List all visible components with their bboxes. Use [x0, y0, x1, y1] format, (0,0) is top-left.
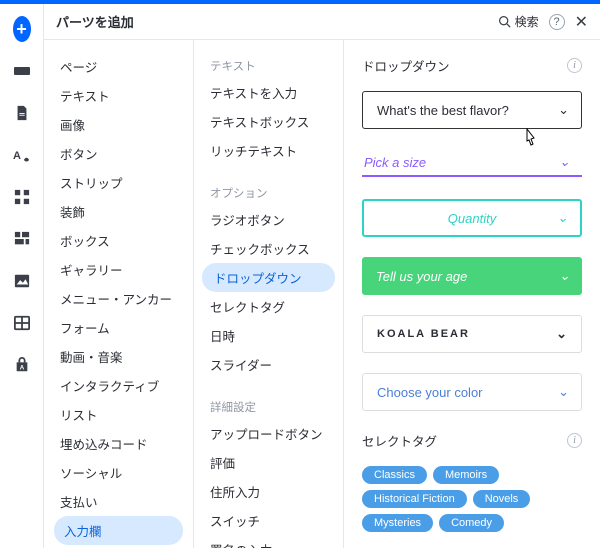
- subcategory-item[interactable]: スライダー: [194, 350, 343, 379]
- tag-chip[interactable]: Mysteries: [362, 514, 433, 532]
- add-button[interactable]: +: [13, 20, 31, 38]
- dropdown-label: Choose your color: [377, 385, 483, 400]
- tag-chip[interactable]: Historical Fiction: [362, 490, 467, 508]
- subcategory-item[interactable]: リッチテキスト: [194, 136, 343, 165]
- dropdown-example-age[interactable]: Tell us your age ⌄: [362, 257, 582, 295]
- category-list: ページテキスト画像ボタンストリップ装飾ボックスギャラリーメニュー・アンカーフォー…: [44, 40, 194, 548]
- subcategory-list: テキストテキストを入力テキストボックスリッチテキストオプションラジオボタンチェッ…: [194, 40, 344, 548]
- category-item[interactable]: 埋め込みコード: [44, 429, 193, 458]
- tool-rail: + A A: [0, 4, 44, 548]
- search-label: 検索: [515, 13, 539, 30]
- tag-chip[interactable]: Classics: [362, 466, 427, 484]
- section-title-dropdown: ドロップダウン: [362, 56, 450, 75]
- category-item[interactable]: 入力欄: [54, 516, 183, 545]
- chevron-down-icon: ⌄: [559, 268, 570, 284]
- chevron-down-icon: ⌄: [558, 384, 569, 400]
- search-icon: [498, 15, 511, 28]
- subcategory-item[interactable]: スイッチ: [194, 506, 343, 535]
- tag-chip[interactable]: Comedy: [439, 514, 504, 532]
- chevron-down-icon: ⌄: [557, 210, 568, 226]
- info-icon[interactable]: i: [567, 58, 582, 73]
- subcategory-item[interactable]: 日時: [194, 321, 343, 350]
- add-panel: パーツを追加 検索 ? ✕ ページテキスト画像ボタンストリップ装飾ボックスギャラ…: [44, 4, 600, 548]
- tag-group: Classics Memoirs Historical Fiction Novels M…: [362, 466, 582, 532]
- category-item[interactable]: ページ: [44, 52, 193, 81]
- cursor-pointer-icon: [521, 128, 539, 150]
- tag-chip[interactable]: Memoirs: [433, 466, 499, 484]
- page-icon[interactable]: [13, 104, 31, 122]
- dropdown-example-size[interactable]: Pick a size ⌄: [362, 149, 582, 177]
- dropdown-example-koala[interactable]: KOALA BEAR ⌄: [362, 315, 582, 353]
- dropdown-label: What's the best flavor?: [377, 103, 509, 118]
- category-item[interactable]: ソーシャル: [44, 458, 193, 487]
- dropdown-label: KOALA BEAR: [377, 328, 470, 340]
- category-item[interactable]: ギャラリー: [44, 255, 193, 284]
- chevron-down-icon: ⌄: [559, 154, 570, 170]
- subcategory-item[interactable]: テキストを入力: [194, 78, 343, 107]
- chevron-down-icon: ⌄: [556, 326, 569, 342]
- layout-icon[interactable]: [13, 230, 31, 248]
- section-icon[interactable]: [13, 62, 31, 80]
- store-icon[interactable]: A: [13, 356, 31, 374]
- category-item[interactable]: 動画・音楽: [44, 342, 193, 371]
- dropdown-label: Pick a size: [364, 155, 426, 170]
- category-item[interactable]: ストリップ: [44, 168, 193, 197]
- chevron-down-icon: ⌄: [558, 102, 569, 118]
- svg-text:A: A: [13, 150, 21, 162]
- top-accent-bar: [0, 0, 600, 4]
- category-item[interactable]: 画像: [44, 110, 193, 139]
- dropdown-example-quantity[interactable]: Quantity ⌄: [362, 199, 582, 237]
- text-style-icon[interactable]: A: [13, 146, 31, 164]
- group-title: 詳細設定: [194, 393, 343, 419]
- subcategory-item[interactable]: ドロップダウン: [202, 263, 335, 292]
- category-item[interactable]: ボタン: [44, 139, 193, 168]
- category-item[interactable]: 装飾: [44, 197, 193, 226]
- dropdown-example-flavor[interactable]: What's the best flavor? ⌄: [362, 91, 582, 129]
- category-item[interactable]: 支払い: [44, 487, 193, 516]
- subcategory-item[interactable]: ラジオボタン: [194, 205, 343, 234]
- subcategory-item[interactable]: 署名の入力: [194, 535, 343, 548]
- category-item[interactable]: メニュー・アンカー: [44, 284, 193, 313]
- panel-title: パーツを追加: [56, 12, 134, 31]
- group-title: テキスト: [194, 52, 343, 78]
- plus-icon: +: [13, 16, 31, 42]
- image-icon[interactable]: [13, 272, 31, 290]
- dropdown-label: Tell us your age: [376, 269, 467, 284]
- section-title-selecttag: セレクトタグ: [362, 431, 437, 450]
- category-item[interactable]: リスト: [44, 400, 193, 429]
- subcategory-item[interactable]: 住所入力: [194, 477, 343, 506]
- subcategory-item[interactable]: チェックボックス: [194, 234, 343, 263]
- category-item[interactable]: ボックス: [44, 226, 193, 255]
- subcategory-item[interactable]: 評価: [194, 448, 343, 477]
- close-icon[interactable]: ✕: [575, 12, 588, 32]
- svg-text:A: A: [19, 364, 24, 371]
- subcategory-item[interactable]: アップロードボタン: [194, 419, 343, 448]
- panel-header: パーツを追加 検索 ? ✕: [44, 4, 600, 40]
- subcategory-item[interactable]: テキストボックス: [194, 107, 343, 136]
- search-button[interactable]: 検索: [498, 13, 539, 30]
- info-icon[interactable]: i: [567, 433, 582, 448]
- panel-columns: ページテキスト画像ボタンストリップ装飾ボックスギャラリーメニュー・アンカーフォー…: [44, 40, 600, 548]
- tag-chip[interactable]: Novels: [473, 490, 531, 508]
- apps-icon[interactable]: [13, 188, 31, 206]
- dropdown-label: Quantity: [448, 211, 496, 226]
- category-item[interactable]: テキスト: [44, 81, 193, 110]
- category-item[interactable]: フォーム: [44, 313, 193, 342]
- dropdown-example-color[interactable]: Choose your color ⌄: [362, 373, 582, 411]
- category-item[interactable]: インタラクティブ: [44, 371, 193, 400]
- group-title: オプション: [194, 179, 343, 205]
- table-icon[interactable]: [13, 314, 31, 332]
- subcategory-item[interactable]: セレクトタグ: [194, 292, 343, 321]
- help-icon[interactable]: ?: [549, 14, 565, 30]
- preview-pane: ドロップダウン i What's the best flavor? ⌄ Pick…: [344, 40, 600, 548]
